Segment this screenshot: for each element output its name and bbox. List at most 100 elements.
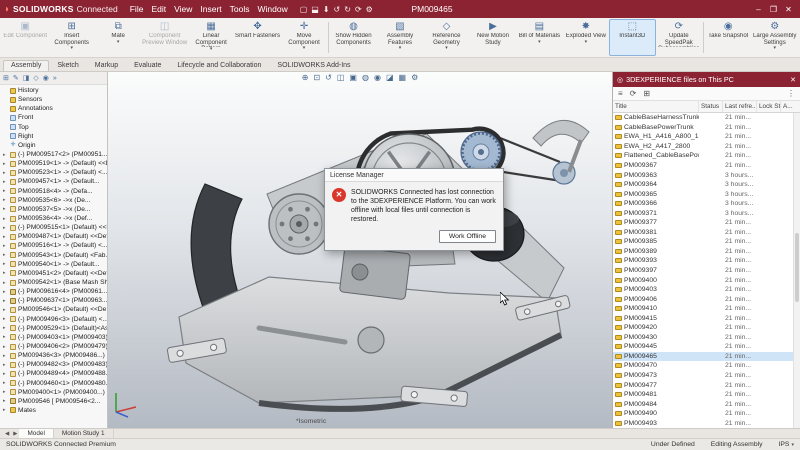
menu-edit[interactable]: Edit xyxy=(147,4,170,14)
file-row[interactable]: PM00936721 min... xyxy=(613,161,800,171)
expand-arrow-icon[interactable]: ▸ xyxy=(3,380,8,386)
file-row[interactable]: PM00949021 min... xyxy=(613,409,800,419)
tab-markup[interactable]: Markup xyxy=(87,60,126,71)
tree-item[interactable]: ▸(-) PM009406<2> (PM009479) xyxy=(0,342,107,351)
open-icon[interactable]: ⬓ xyxy=(309,5,321,14)
expand-arrow-icon[interactable]: ▸ xyxy=(3,307,8,313)
featuremanager-tab[interactable]: ⊞ xyxy=(3,74,9,82)
expand-arrow-icon[interactable]: ▸ xyxy=(3,243,8,249)
section-view-icon[interactable]: ◫ xyxy=(337,73,345,82)
tree-item[interactable]: History xyxy=(0,86,107,95)
menu-insert[interactable]: Insert xyxy=(196,4,225,14)
close-button[interactable]: ✕ xyxy=(781,5,796,14)
linear-component-pattern-button[interactable]: ▦Linear Component Pattern▾ xyxy=(188,19,234,56)
file-row[interactable]: Flattened_CableBasePower...21 min... xyxy=(613,151,800,161)
file-row[interactable]: PM00939721 min... xyxy=(613,266,800,276)
file-row[interactable]: PM00939321 min... xyxy=(613,256,800,266)
tree-item[interactable]: ▸(-) PM009637<1> (PM00963...) xyxy=(0,296,107,305)
expand-arrow-icon[interactable]: ▸ xyxy=(3,188,8,194)
hide-show-items-icon[interactable]: ◉ xyxy=(374,73,381,82)
tree-item[interactable]: ▸PM009400<1> (PM009400...) xyxy=(0,388,107,397)
column-header-lock-sta[interactable]: Lock Sta... xyxy=(757,101,781,112)
menu-window[interactable]: Window xyxy=(253,4,291,14)
tree-item[interactable]: ▸PM009436<3> (PM009486...) xyxy=(0,351,107,360)
tree-item[interactable]: ✛Origin xyxy=(0,141,107,150)
large-assembly-settings-button[interactable]: ⚙Large Assembly Settings▾ xyxy=(752,19,798,56)
tab-evaluate[interactable]: Evaluate xyxy=(126,60,169,71)
edit-appearance-icon[interactable]: ◪ xyxy=(386,73,394,82)
tree-item[interactable]: Front xyxy=(0,113,107,122)
tree-item[interactable]: ▸(-) PM009489<4> (PM009488...) xyxy=(0,369,107,378)
exploded-view-button[interactable]: ✸Exploded View▾ xyxy=(563,19,609,56)
dimxpertmanager-tab[interactable]: ◇ xyxy=(33,74,38,82)
file-row[interactable]: PM0093633 hours... xyxy=(613,170,800,180)
file-row[interactable]: PM0093713 hours... xyxy=(613,208,800,218)
rebuild-icon[interactable]: ⟳ xyxy=(353,5,364,14)
expand-arrow-icon[interactable]: ▸ xyxy=(3,325,8,331)
file-row[interactable]: CableBaseHarnessTrunk21 min... xyxy=(613,113,800,123)
file-row[interactable]: PM00938921 min... xyxy=(613,247,800,257)
expand-arrow-icon[interactable]: ▸ xyxy=(3,234,8,240)
reference-geometry-button[interactable]: ◇Reference Geometry▾ xyxy=(423,19,469,56)
propertymanager-tab[interactable]: ✎ xyxy=(13,74,19,82)
tree-item[interactable]: Top xyxy=(0,123,107,132)
gearbox[interactable] xyxy=(339,246,410,300)
file-row[interactable]: PM00940321 min... xyxy=(613,285,800,295)
tree-item[interactable]: ▸PM009519<1> -> (Default) <<D... xyxy=(0,159,107,168)
expand-arrow-icon[interactable]: ▸ xyxy=(3,225,8,231)
expand-arrow-icon[interactable]: ▸ xyxy=(3,216,8,222)
expand-arrow-icon[interactable]: ▸ xyxy=(3,179,8,185)
tree-item[interactable]: ▸(-) PM009496<3> (Default) <... xyxy=(0,315,107,324)
new-motion-study-button[interactable]: ▶New Motion Study xyxy=(470,19,516,56)
expand-arrow-icon[interactable]: ▸ xyxy=(3,398,8,404)
expand-arrow-icon[interactable]: ▸ xyxy=(3,161,8,167)
tree-item[interactable]: ▸PM009451<2> (Default) <<Def... xyxy=(0,269,107,278)
tree-item[interactable]: ▸(-) PM009517<2> (PM00951...) xyxy=(0,150,107,159)
file-row[interactable]: PM00942021 min... xyxy=(613,323,800,333)
tree-item[interactable]: ▸(-) PM009529<1> (Default)<As... xyxy=(0,324,107,333)
tree-item[interactable]: ▸PM009540<1> -> (Default... xyxy=(0,260,107,269)
expand-arrow-icon[interactable]: ▸ xyxy=(3,316,8,322)
configurationmanager-tab[interactable]: ◨ xyxy=(23,74,30,82)
toothed-pulley[interactable] xyxy=(461,132,501,172)
file-row[interactable]: PM0093663 hours... xyxy=(613,199,800,209)
expand-arrow-icon[interactable]: ▸ xyxy=(3,371,8,377)
tab-model[interactable]: Model xyxy=(19,429,53,438)
tree-item[interactable]: ▸PM009516<1> -> (Default) <... xyxy=(0,241,107,250)
expand-arrow-icon[interactable]: ▸ xyxy=(3,252,8,258)
column-header-status[interactable]: Status xyxy=(699,101,723,112)
assembly-features-button[interactable]: ▧Assembly Features▾ xyxy=(377,19,423,56)
display-style-icon[interactable]: ◍ xyxy=(362,73,369,82)
file-row[interactable]: PM00948121 min... xyxy=(613,390,800,400)
tree-item[interactable]: ▸PM009457<1> -> (Default... xyxy=(0,177,107,186)
menu-tools[interactable]: Tools xyxy=(226,4,254,14)
tree-item[interactable]: ▸PM009487<1> (Default) <<Def... xyxy=(0,232,107,241)
expand-arrow-icon[interactable]: ▸ xyxy=(3,298,8,304)
expand-arrow-icon[interactable]: ▸ xyxy=(3,362,8,368)
new-icon[interactable]: ▢ xyxy=(298,5,310,14)
previous-view-icon[interactable]: ↺ xyxy=(325,73,332,82)
menu-view[interactable]: View xyxy=(170,4,196,14)
file-row[interactable]: PM00944521 min... xyxy=(613,342,800,352)
bill-of-materials-button[interactable]: ▤Bill of Materials▾ xyxy=(516,19,562,56)
file-row[interactable]: PM00940021 min... xyxy=(613,275,800,285)
tree-item[interactable]: ▸PM009546<1> (Default) <<De... xyxy=(0,305,107,314)
instant3d-button[interactable]: ⬚Instant3D xyxy=(609,19,655,56)
take-snapshot-button[interactable]: ◉Take Snapshot xyxy=(705,19,751,56)
expand-arrow-icon[interactable]: ▸ xyxy=(3,270,8,276)
maximize-button[interactable]: ❐ xyxy=(766,5,781,14)
file-row[interactable]: PM00948421 min... xyxy=(613,399,800,409)
displaymanager-tab[interactable]: ◉ xyxy=(43,74,49,82)
work-offline-button[interactable]: Work Offline xyxy=(439,230,496,243)
insert-components-button[interactable]: ⊞Insert Components▾ xyxy=(48,19,94,56)
tree-item[interactable]: ▸PM009546 [ PM009546<2... xyxy=(0,397,107,406)
zoom-fit-icon[interactable]: ⊕ xyxy=(302,73,309,82)
expand-arrow-icon[interactable]: ▸ xyxy=(3,407,8,413)
column-header-a[interactable]: A... xyxy=(781,101,800,112)
file-row[interactable]: PM00943021 min... xyxy=(613,333,800,343)
view-settings-icon[interactable]: ⚙ xyxy=(411,73,418,82)
tab-motion-study-1[interactable]: Motion Study 1 xyxy=(54,429,114,438)
graphics-viewport[interactable]: ⊕⊡↺◫▣◍◉◪▦⚙ xyxy=(108,72,612,428)
smart-fasteners-button[interactable]: ✥Smart Fasteners xyxy=(234,19,280,56)
options-icon[interactable]: ⚙ xyxy=(364,5,375,14)
